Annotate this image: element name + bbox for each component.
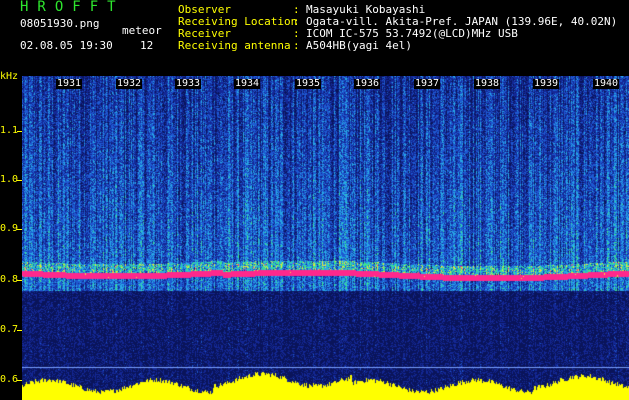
mode-label: meteor [122,24,162,37]
time-label: 1934 [234,78,261,89]
filename: 08051930.png [20,17,100,30]
field-sep: : [293,39,300,52]
spectrogram-waterfall [22,76,629,400]
field-key-antenna: Receiving antenna [178,39,291,52]
datetime: 02.08.05 19:30 [20,39,113,52]
y-tick-label: 0.6 [0,374,19,385]
time-label: 1940 [593,78,620,89]
time-label: 1931 [56,78,83,89]
time-label: 1935 [295,78,322,89]
time-label: 1933 [175,78,202,89]
axis-unit-label: kHz [0,71,19,82]
y-tick-label: 0.7 [0,324,19,335]
time-label: 1937 [414,78,441,89]
frequency-axis: kHz 1.1 1.0 0.9 0.8 0.7 0.6 [0,72,22,400]
y-tick-label: 1.0 [0,174,19,185]
field-value-antenna: A504HB(yagi 4el) [306,39,412,52]
time-label: 1938 [474,78,501,89]
time-label: 1939 [533,78,560,89]
y-tick-label: 0.9 [0,223,19,234]
time-label: 1932 [116,78,143,89]
y-tick-label: 1.1 [0,125,19,136]
meteor-count: 12 [140,39,154,52]
y-tick-label: 0.8 [0,274,19,285]
brand-title: HROFFT [20,0,125,15]
header: HROFFT 08051930.png meteor 02.08.05 19:3… [0,0,629,76]
time-label: 1936 [354,78,381,89]
